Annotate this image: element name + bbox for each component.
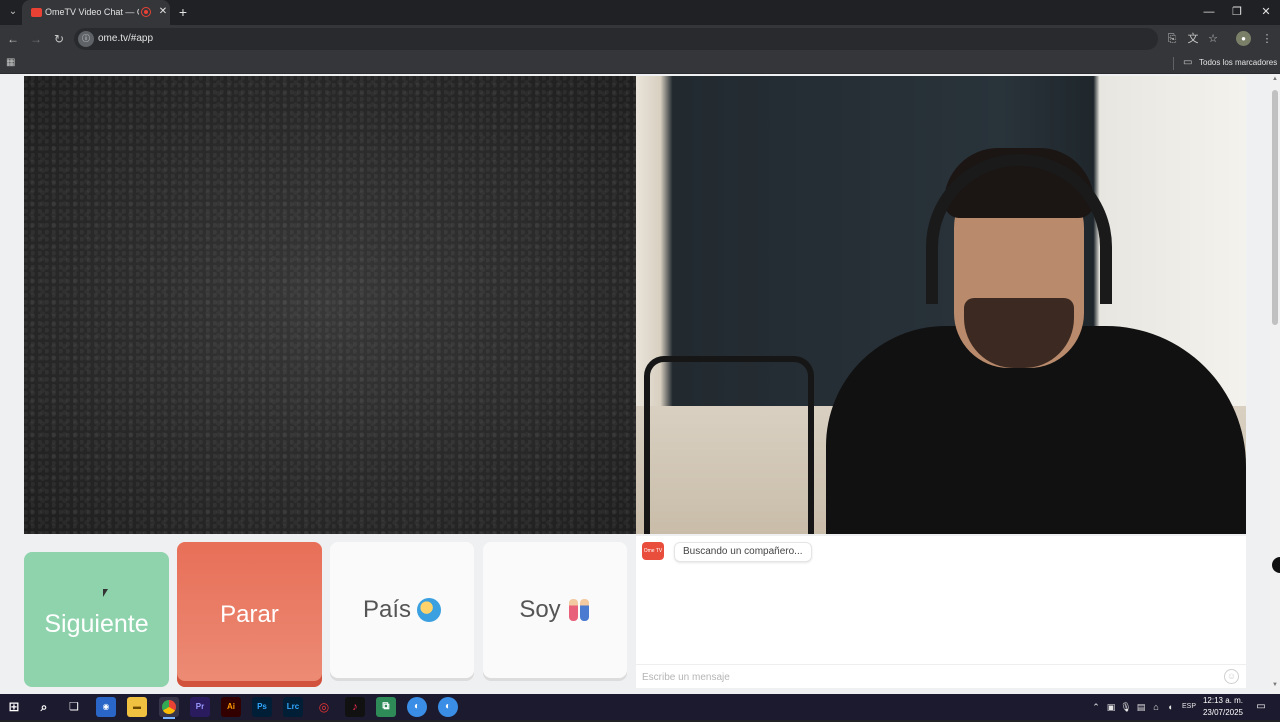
emoji-icon[interactable]: ☺ [1224,669,1239,684]
tiktok-icon[interactable]: ♪ [345,697,365,717]
ometv-page: Siguiente Parar País Soy Ome TV Buscando… [0,74,1270,694]
bookmarks-separator [1173,57,1174,70]
taskbar-clock[interactable]: 12:13 a. m. 23/07/2025 [1198,695,1248,719]
back-arrow-icon[interactable]: ← [5,31,21,47]
recorder-app-icon[interactable]: ◎ [314,697,334,717]
window-close-button[interactable]: ✕ [1259,4,1273,20]
translate-icon[interactable]: 文 [1186,31,1200,47]
premiere-pro-icon[interactable]: Pr [190,697,210,717]
new-tab-button[interactable]: + [176,4,190,20]
tray-screen-icon[interactable]: ▤ [1135,700,1147,714]
microphone-icon[interactable]: 🎙 [1120,700,1132,714]
browser-app-icon[interactable]: ◐ [407,697,427,717]
ometv-favicon-icon [31,8,42,17]
install-app-icon[interactable]: ⎘ [1165,31,1179,47]
tab-title: OmeTV Video Chat — Ome [45,7,139,17]
globe-icon [417,598,442,622]
self-camera-feed [636,76,1246,534]
notifications-icon[interactable]: ▭ [1254,700,1268,714]
tray-app-icon[interactable]: ▣ [1105,700,1117,714]
chat-panel: Ome TV Buscando un compañero... ☺ [636,536,1246,688]
couple-icon [567,598,591,622]
scrollbar-thumb[interactable] [1272,90,1278,325]
page-scrollbar[interactable]: ▲ ▼ [1270,74,1280,694]
app-icon-green[interactable]: ⧉ [376,697,396,717]
chrome-icon[interactable] [159,697,179,719]
clock-date: 23/07/2025 [1202,708,1244,717]
task-view-icon[interactable]: ❏ [64,697,84,717]
windows-taskbar: ⊞ ⌕ ❏ ◉ ▬ Pr Ai Ps Lrc ◎ ♪ ⧉ ◐ ◐ ⌃ ▣ 🎙 ▤… [0,694,1280,720]
recording-indicator-icon [141,7,151,17]
photoshop-icon[interactable]: Ps [252,697,272,717]
app-icon-blue[interactable]: ◉ [96,697,116,717]
mouse-cursor-icon [103,589,108,597]
scroll-up-arrow-icon[interactable]: ▲ [1271,76,1279,82]
next-button-label: Siguiente [44,610,149,638]
apps-grid-icon[interactable]: ▦ [6,56,20,70]
chat-status-message: Buscando un compañero... [674,542,812,562]
address-bar[interactable]: ⓘ ome.tv/#app [74,28,1158,50]
volume-icon[interactable]: ◖ [1164,700,1176,714]
window-minimize-button[interactable]: — [1202,4,1216,20]
scroll-down-arrow-icon[interactable]: ▼ [1271,682,1279,688]
language-indicator[interactable]: ESP [1178,700,1200,714]
chat-input-area: ☺ [636,664,1246,688]
gender-button[interactable]: Soy [483,542,627,678]
browser-app-icon-2[interactable]: ◐ [438,697,458,717]
stranger-video-feed [24,76,636,534]
browser-tab-ometv[interactable]: OmeTV Video Chat — Ome ✕ [22,0,170,25]
file-explorer-icon[interactable]: ▬ [127,697,147,717]
tab-search-chevron-icon[interactable]: ⌄ [5,4,21,20]
forward-arrow-icon[interactable]: → [28,31,44,47]
ometv-logo-icon: Ome TV [642,542,664,560]
window-restore-button[interactable]: ❐ [1230,4,1244,20]
lightroom-classic-icon[interactable]: Lrc [283,697,303,717]
site-info-icon[interactable]: ⓘ [78,31,94,47]
country-button-label: País [362,596,412,623]
network-icon[interactable]: ⌂ [1150,700,1162,714]
country-button[interactable]: País [330,542,474,678]
search-icon[interactable]: ⌕ [34,697,54,717]
next-button[interactable]: Siguiente [24,552,169,687]
folder-icon[interactable]: ▭ [1183,56,1195,70]
windows-start-icon[interactable]: ⊞ [4,697,24,717]
url-text[interactable]: ome.tv/#app [98,33,153,44]
stop-button-label: Parar [220,600,279,628]
clock-time: 12:13 a. m. [1202,696,1244,705]
browser-menu-icon[interactable]: ⋮ [1260,31,1274,47]
reload-icon[interactable]: ↻ [51,31,67,47]
all-bookmarks-link[interactable]: Todos los marcadores [1199,58,1277,67]
gender-button-label: Soy [519,596,561,623]
chat-message-input[interactable] [642,669,1212,685]
browser-tabstrip: ⌄ OmeTV Video Chat — Ome ✕ + — ❐ ✕ [0,0,1280,25]
bookmarks-bar: ▦ ▭ Todos los marcadores [0,53,1280,74]
profile-avatar-icon[interactable]: ● [1236,31,1251,46]
self-feed-chair [644,356,814,534]
tab-close-icon[interactable]: ✕ [156,5,170,19]
bookmark-star-icon[interactable]: ☆ [1206,31,1220,47]
browser-toolbar: ← → ↻ ⓘ ome.tv/#app ⎘ 文 ☆ ● ⋮ [0,25,1280,53]
stop-button[interactable]: Parar [177,542,322,687]
illustrator-icon[interactable]: Ai [221,697,241,717]
tray-overflow-icon[interactable]: ⌃ [1090,700,1102,714]
